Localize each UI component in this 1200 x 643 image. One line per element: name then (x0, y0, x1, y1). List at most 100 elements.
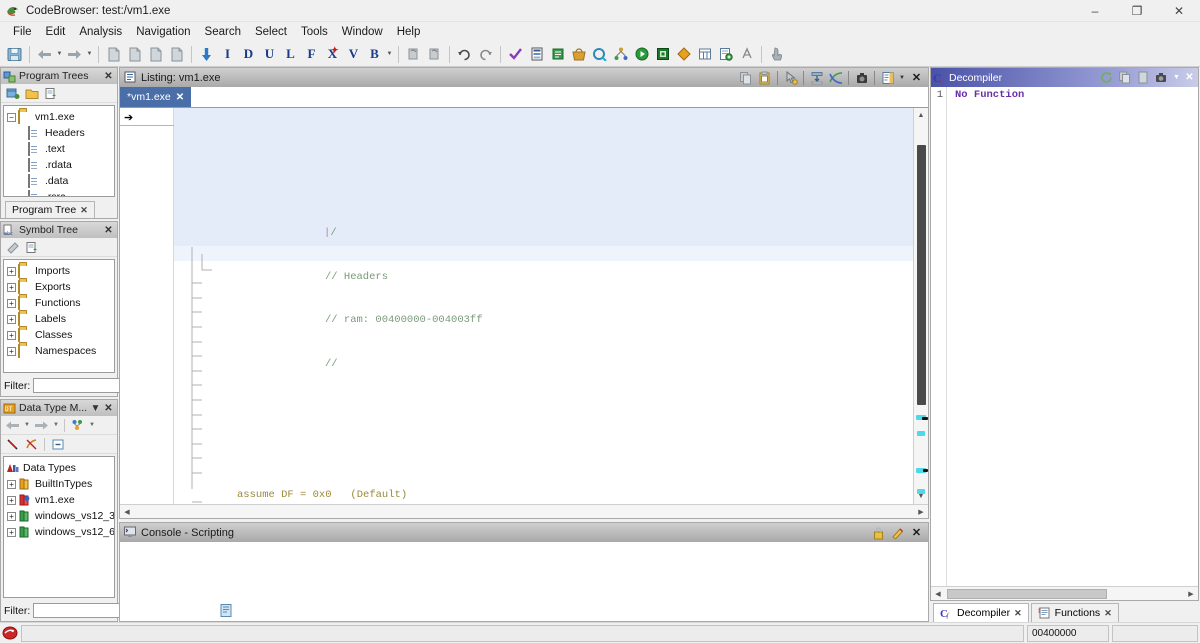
lock-icon[interactable] (869, 524, 888, 541)
menu-analysis[interactable]: Analysis (72, 24, 129, 40)
tree-node-functions[interactable]: + Functions (6, 295, 114, 311)
close-icon[interactable]: ✕ (102, 224, 115, 237)
copy-icon[interactable] (1116, 71, 1134, 84)
paste-icon[interactable] (755, 69, 774, 86)
edit-fields-icon[interactable] (878, 69, 897, 86)
tree-node-namespaces[interactable]: + Namespaces (6, 343, 114, 359)
scroll-track-h[interactable] (945, 587, 1184, 601)
expand-toggle-icon[interactable]: + (6, 527, 17, 538)
tree-node-windows-vs12-32[interactable]: + windows_vs12_32 (6, 508, 114, 524)
create-folder-icon[interactable] (4, 85, 21, 102)
next-data-icon[interactable] (145, 44, 166, 65)
nav-marker[interactable] (917, 431, 925, 436)
xref-nav-icon[interactable]: X✦ (322, 44, 343, 65)
menu-navigation[interactable]: Navigation (129, 24, 197, 40)
tree-node-headers[interactable]: Headers (6, 125, 114, 141)
tree-node-text[interactable]: .text (6, 141, 114, 157)
tab-program-tree[interactable]: Program Tree ✕ (5, 201, 95, 218)
tree-node-vm1exe-archive[interactable]: + vm1.exe (6, 492, 114, 508)
tree-node-root[interactable]: − vm1.exe (6, 109, 114, 125)
tree-node-rdata[interactable]: .rdata (6, 157, 114, 173)
tab-decompiler[interactable]: Cf Decompiler ✕ (933, 603, 1029, 622)
undo-icon[interactable] (454, 44, 475, 65)
clear-filter-icon[interactable] (4, 436, 21, 453)
forward-arrow-icon[interactable] (64, 44, 85, 65)
tab-functions[interactable]: f Functions ✕ (1031, 603, 1119, 622)
diff-icon[interactable] (673, 44, 694, 65)
open-archive-icon[interactable] (568, 44, 589, 65)
expand-toggle-icon[interactable]: + (6, 314, 17, 325)
multi-listing-icon[interactable] (826, 69, 845, 86)
tree-node-imports[interactable]: + Imports (6, 263, 114, 279)
snapshot-alt-icon[interactable] (424, 44, 445, 65)
back-dropdown-icon[interactable]: ▼ (55, 44, 64, 65)
cursor-toggle-icon[interactable] (781, 69, 800, 86)
check-icon[interactable] (505, 44, 526, 65)
scroll-right-button[interactable]: ▶ (1184, 587, 1198, 601)
close-icon[interactable]: ✕ (176, 92, 184, 103)
next-instruction-icon[interactable] (124, 44, 145, 65)
snapshot-icon[interactable] (852, 69, 871, 86)
console-output[interactable] (120, 542, 928, 621)
save-icon[interactable] (4, 44, 25, 65)
program-tree[interactable]: − vm1.exe Headers .text .rdata (3, 105, 115, 197)
bytes-nav-icon[interactable]: B (364, 44, 385, 65)
nav-marker[interactable] (917, 489, 925, 494)
expand-toggle-icon[interactable]: + (6, 266, 17, 277)
nav-dropdown-icon[interactable]: ▼ (385, 44, 394, 65)
clipboard-icon[interactable] (1134, 71, 1152, 84)
expand-toggle-icon[interactable]: + (6, 330, 17, 341)
tree-node-builtintypes[interactable]: + BuiltInTypes (6, 476, 114, 492)
forward-dropdown-icon[interactable]: ▼ (52, 417, 60, 434)
expand-toggle-icon[interactable]: + (6, 495, 17, 506)
redo-icon[interactable] (475, 44, 496, 65)
listing-vertical-scrollbar[interactable]: ▲ ▼ (913, 108, 928, 504)
scroll-track[interactable] (914, 123, 929, 489)
refresh-icon[interactable] (1098, 71, 1116, 84)
menu-window[interactable]: Window (335, 24, 390, 40)
go-to-program-icon[interactable] (42, 85, 59, 102)
close-button[interactable]: ✕ (1158, 0, 1200, 22)
maximize-button[interactable]: ❐ (1116, 0, 1158, 22)
minimize-button[interactable]: – (1074, 0, 1116, 22)
tree-node-exports[interactable]: + Exports (6, 279, 114, 295)
clear-all-filter-icon[interactable] (23, 436, 40, 453)
tree-node-classes[interactable]: + Classes (6, 327, 114, 343)
next-down-arrow-icon[interactable] (196, 44, 217, 65)
scroll-thumb-h[interactable] (947, 589, 1107, 599)
go-to-symbol-icon[interactable] (23, 239, 40, 256)
data-types-tree[interactable]: Data Types + BuiltInTypes + (3, 456, 115, 598)
close-icon[interactable]: ✕ (907, 524, 926, 541)
listing-dropdown-icon[interactable]: ▼ (897, 69, 907, 86)
listing-horizontal-scrollbar[interactable]: ◀ ▶ (120, 504, 928, 518)
debugger-icon[interactable] (652, 44, 673, 65)
tree-node-data[interactable]: .data (6, 173, 114, 189)
rename-icon[interactable] (4, 239, 21, 256)
help-pointer-icon[interactable] (766, 44, 787, 65)
call-tree-icon[interactable] (610, 44, 631, 65)
next-undefined-icon[interactable] (166, 44, 187, 65)
expand-toggle-icon[interactable]: + (6, 511, 17, 522)
copy-icon[interactable] (736, 69, 755, 86)
tree-node-labels[interactable]: + Labels (6, 311, 114, 327)
tree-node-data-types-root[interactable]: Data Types (6, 460, 114, 476)
menu-select[interactable]: Select (248, 24, 294, 40)
close-icon[interactable]: ✕ (80, 205, 88, 216)
back-arrow-icon[interactable] (4, 417, 21, 434)
expand-toggle-icon[interactable]: + (6, 298, 17, 309)
listing-view[interactable]: ➔ |/ // Headers // ram: 00400000-004003f… (120, 108, 928, 504)
table-icon[interactable] (694, 44, 715, 65)
filter-dropdown-icon[interactable]: ▼ (88, 417, 96, 434)
scroll-up-button[interactable]: ▲ (914, 108, 929, 123)
menu-edit[interactable]: Edit (39, 24, 73, 40)
edit-icon[interactable] (888, 524, 907, 541)
menu-help[interactable]: Help (390, 24, 428, 40)
menu-file[interactable]: File (6, 24, 39, 40)
back-dropdown-icon[interactable]: ▼ (23, 417, 31, 434)
bytes-viewer-icon[interactable] (547, 44, 568, 65)
snapshot-icon[interactable] (1152, 71, 1170, 84)
filter-tree-icon[interactable] (69, 417, 86, 434)
close-icon[interactable]: ✕ (102, 402, 115, 415)
diff-view-icon[interactable] (807, 69, 826, 86)
close-icon[interactable]: ✕ (1014, 608, 1022, 619)
